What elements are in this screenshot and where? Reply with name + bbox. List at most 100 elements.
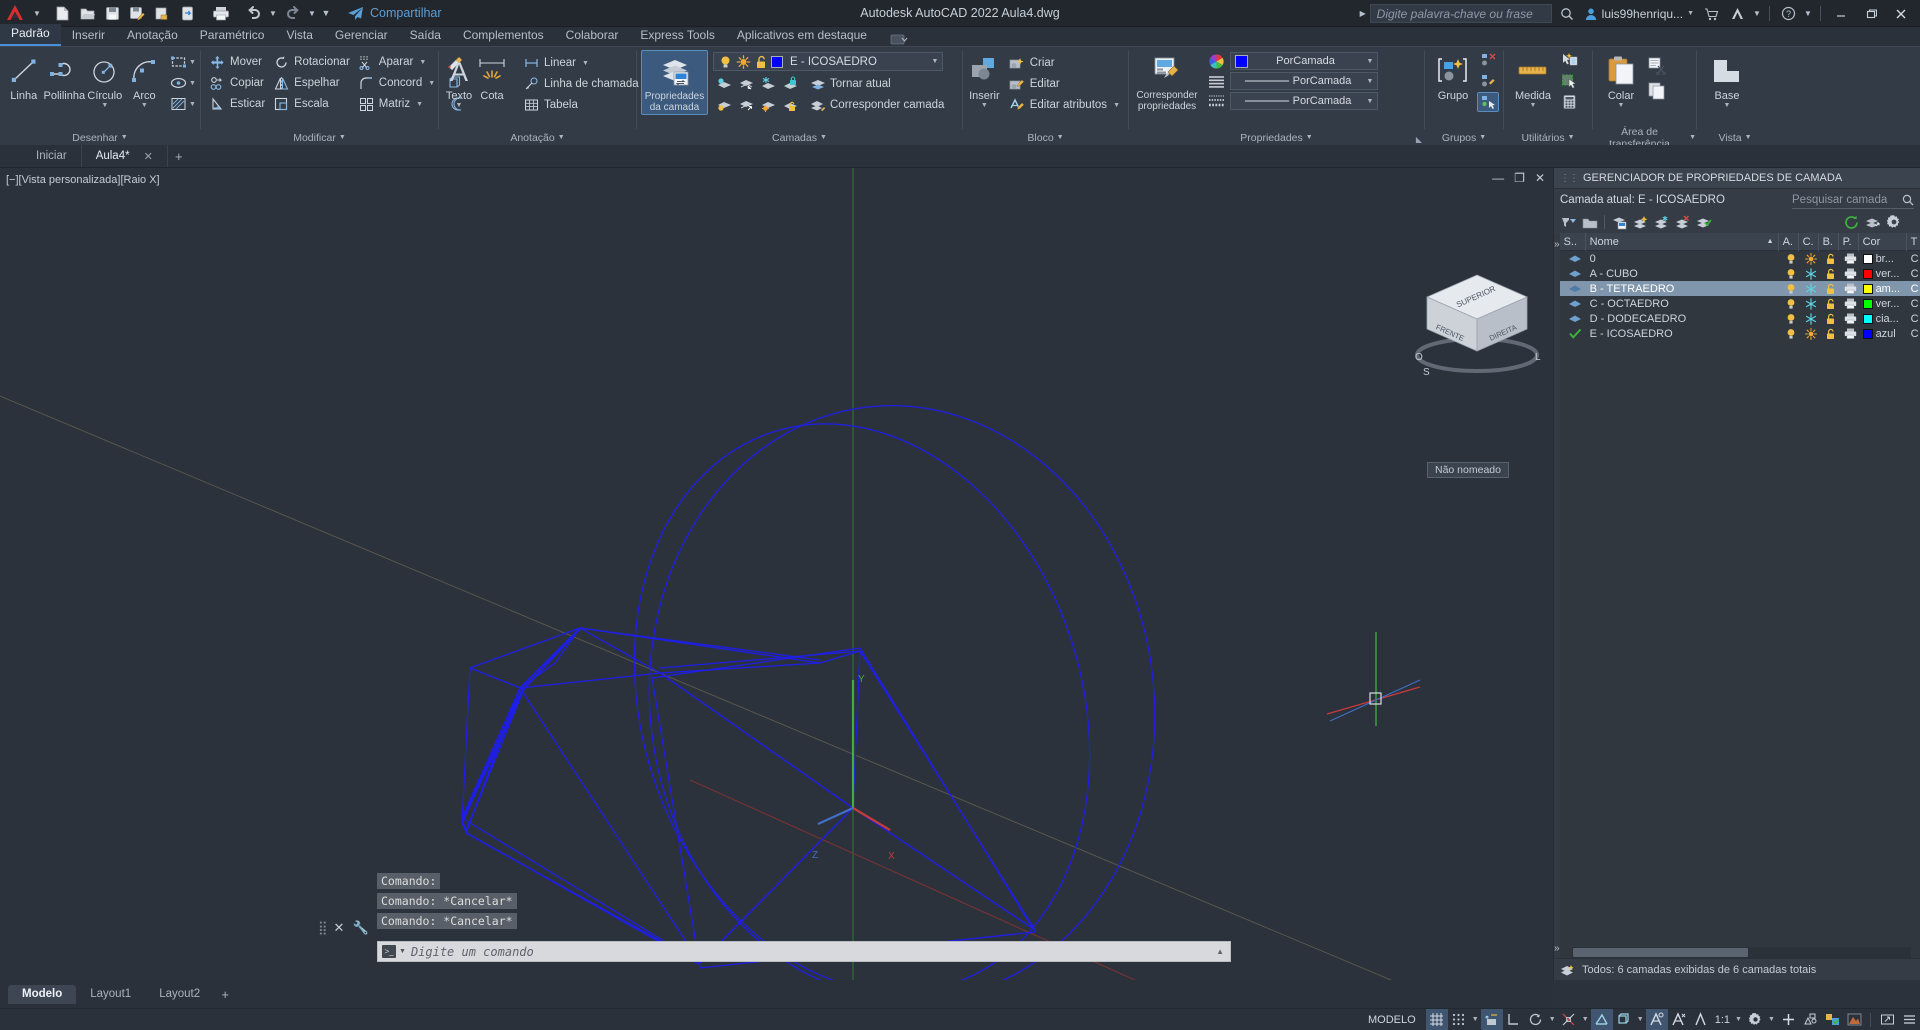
command-scroll-up-icon[interactable]: ▲ xyxy=(1216,947,1230,956)
set-current-icon[interactable] xyxy=(1694,213,1713,232)
hatch-caret-icon[interactable]: ▼ xyxy=(189,101,196,108)
layer-on-icon[interactable] xyxy=(713,95,735,115)
annotation-scale-icon[interactable] xyxy=(1690,1009,1712,1030)
delete-layer-icon[interactable] xyxy=(1673,213,1692,232)
graphics-perf-icon[interactable] xyxy=(1843,1009,1865,1030)
tool-corresponder-camada[interactable]: Corresponder camada xyxy=(805,95,948,115)
tool-editar-atributos-caret-icon[interactable]: ▼ xyxy=(1113,102,1120,109)
ribbon-tab-parametrico[interactable]: Paramétrico xyxy=(189,26,276,46)
polar-tracking-icon[interactable] xyxy=(1525,1009,1547,1030)
tool-linear-caret-icon[interactable]: ▼ xyxy=(582,60,589,67)
col-header-freeze[interactable]: C. xyxy=(1799,233,1819,251)
tool-colar[interactable]: Colar ▼ xyxy=(1597,50,1645,109)
col-header-linetype[interactable]: T xyxy=(1907,233,1920,251)
new-file-icon[interactable] xyxy=(50,2,75,25)
command-settings-wrench-icon[interactable]: 🔧 xyxy=(352,920,368,936)
row-layer-name[interactable]: D - DODECAEDRO xyxy=(1586,311,1779,326)
autoscale-icon[interactable] xyxy=(1668,1009,1690,1030)
tool-concord[interactable]: Concord ▼ xyxy=(354,73,439,93)
row-lock-toggle[interactable] xyxy=(1819,266,1839,281)
ellipse-caret-icon[interactable]: ▼ xyxy=(189,80,196,87)
layer-combo-caret-icon[interactable]: ▼ xyxy=(928,58,942,65)
redo-caret-icon[interactable]: ▼ xyxy=(305,0,319,27)
table-row[interactable]: E - ICOSAEDRO azul C xyxy=(1560,326,1920,341)
row-plot-toggle[interactable] xyxy=(1839,326,1859,341)
tool-mover[interactable]: Mover xyxy=(205,52,269,72)
tool-concord-caret-icon[interactable]: ▼ xyxy=(428,80,435,87)
command-grip-icon[interactable]: ⣿ xyxy=(318,920,327,936)
table-row[interactable]: B - TETRAEDRO am... C xyxy=(1559,281,1920,296)
copy-clip-icon[interactable] xyxy=(1645,78,1667,102)
user-account-button[interactable]: luis99henriqu... ▼ xyxy=(1580,7,1698,21)
ungroup-icon[interactable] xyxy=(1477,50,1499,70)
col-header-status[interactable]: S.. xyxy=(1560,233,1586,251)
ribbon-tab-complementos[interactable]: Complementos xyxy=(452,26,555,46)
workspace-gear-icon[interactable] xyxy=(1744,1009,1766,1030)
tool-inserir-bloco[interactable]: Inserir ▼ xyxy=(967,50,1002,109)
layer-isolate-icon[interactable] xyxy=(735,74,757,94)
ribbon-tab-aplicativos[interactable]: Aplicativos em destaque xyxy=(726,26,878,46)
new-layer-icon[interactable] xyxy=(1631,213,1650,232)
col-header-name[interactable]: Nome ▲ xyxy=(1586,233,1779,251)
tool-base[interactable]: Base ▼ xyxy=(1701,50,1753,109)
hardware-accel-icon[interactable] xyxy=(1777,1009,1799,1030)
layer-thaw-icon[interactable] xyxy=(757,95,779,115)
tool-texto-caret-icon[interactable]: ▼ xyxy=(456,102,463,109)
row-color[interactable]: ver... xyxy=(1859,266,1907,281)
export-icon[interactable] xyxy=(150,2,175,25)
grid-display-icon[interactable] xyxy=(1425,1008,1448,1030)
tool-tabela[interactable]: Tabela xyxy=(519,95,656,115)
panel-propriedades-expander[interactable]: ◣ xyxy=(1416,135,1422,144)
row-lock-toggle[interactable] xyxy=(1819,281,1839,296)
cloud-sync-icon[interactable] xyxy=(175,2,200,25)
document-tab-close-icon[interactable]: ✕ xyxy=(144,150,153,163)
row-linetype[interactable]: C xyxy=(1907,266,1920,281)
layer-overrides-icon[interactable] xyxy=(1863,213,1882,232)
command-close-icon[interactable]: ✕ xyxy=(334,920,345,936)
tool-medida[interactable]: Medida ▼ xyxy=(1508,50,1558,109)
row-layer-name[interactable]: E - ICOSAEDRO xyxy=(1586,326,1779,341)
color-wheel-icon[interactable] xyxy=(1205,52,1227,71)
select-all-icon[interactable] xyxy=(1558,71,1580,91)
panel-camadas-caret-icon[interactable]: ▼ xyxy=(820,134,827,141)
panel-modificar-caret-icon[interactable]: ▼ xyxy=(339,134,346,141)
row-color[interactable]: br... xyxy=(1859,251,1907,266)
table-row[interactable]: C - OCTAEDRO ver... C xyxy=(1560,296,1920,311)
col-header-plot[interactable]: P. xyxy=(1839,233,1859,251)
col-header-lock[interactable]: B. xyxy=(1819,233,1839,251)
panel-transferencia-caret-icon[interactable]: ▼ xyxy=(1689,134,1696,141)
layer-off-icon[interactable] xyxy=(713,74,735,94)
lineweight-combo-caret-icon[interactable]: ▼ xyxy=(1363,98,1377,105)
command-input[interactable]: Digite um comando xyxy=(411,945,1216,959)
workspace-caret-icon[interactable]: ▼ xyxy=(1766,1009,1777,1030)
tool-linear[interactable]: Linear ▼ xyxy=(519,53,656,73)
linetype-icon[interactable] xyxy=(1205,72,1227,90)
hatch-icon[interactable] xyxy=(167,94,189,114)
new-layout-button[interactable]: + xyxy=(214,985,236,1004)
tool-circulo[interactable]: Círculo ▼ xyxy=(85,50,124,109)
undo-icon[interactable] xyxy=(241,2,266,25)
tool-criar-bloco[interactable]: Criar xyxy=(1005,53,1124,73)
3d-object-snap-caret-icon[interactable]: ▼ xyxy=(1635,1009,1646,1030)
layer-states-manager-icon[interactable] xyxy=(1610,213,1629,232)
search-expand-icon[interactable]: ▶ xyxy=(1356,0,1370,27)
settings-gear-icon[interactable] xyxy=(1884,213,1903,232)
close-window-button[interactable] xyxy=(1886,0,1916,27)
tool-linha[interactable]: Linha xyxy=(4,50,43,102)
document-tab-aula4[interactable]: Aula4* ✕ xyxy=(81,145,168,167)
tool-rotacionar[interactable]: Rotacionar xyxy=(269,52,354,72)
quick-access-caret-icon[interactable]: ▼ xyxy=(30,0,44,27)
viewport-restore-icon[interactable]: ❐ xyxy=(1514,172,1525,184)
linetype-combo-caret-icon[interactable]: ▼ xyxy=(1363,78,1377,85)
object-snap-tracking-icon[interactable] xyxy=(1558,1009,1580,1030)
row-plot-toggle[interactable] xyxy=(1839,311,1859,326)
layer-selector-combo[interactable]: E - ICOSAEDRO ▼ xyxy=(713,52,943,71)
tool-editar-bloco[interactable]: Editar xyxy=(1005,74,1124,94)
help-icon[interactable]: ? xyxy=(1775,0,1801,27)
row-layer-name[interactable]: B - TETRAEDRO xyxy=(1586,281,1779,296)
row-layer-name[interactable]: 0 xyxy=(1586,251,1779,266)
panel-grupos-caret-icon[interactable]: ▼ xyxy=(1479,134,1486,141)
tool-inserir-bloco-caret-icon[interactable]: ▼ xyxy=(981,102,988,109)
help-search-box[interactable]: Digite palavra-chave ou frase xyxy=(1369,4,1552,23)
row-on-toggle[interactable] xyxy=(1779,326,1799,341)
